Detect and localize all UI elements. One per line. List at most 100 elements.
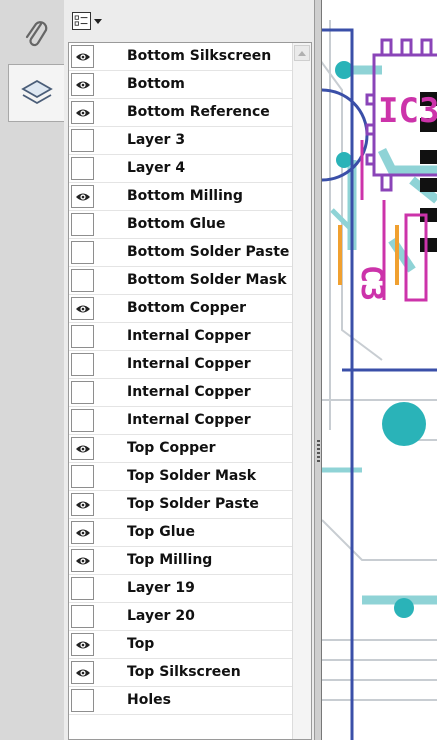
visibility-toggle[interactable] — [71, 213, 94, 236]
layer-row[interactable]: Layer 4 — [69, 155, 293, 183]
visibility-toggle[interactable] — [71, 409, 94, 432]
visibility-toggle[interactable] — [71, 241, 94, 264]
eye-icon — [75, 109, 90, 116]
layer-label: Bottom — [127, 76, 185, 92]
layer-list: Bottom Silkscreen Bottom Bottom Reference L… — [68, 42, 312, 740]
layer-label: Layer 20 — [127, 608, 195, 624]
layer-label: Internal Copper — [127, 328, 251, 344]
visibility-toggle[interactable] — [71, 493, 94, 516]
layer-label: Internal Copper — [127, 384, 251, 400]
visibility-toggle[interactable] — [71, 577, 94, 600]
layer-row[interactable]: Layer 20 — [69, 603, 293, 631]
layer-row[interactable]: Bottom — [69, 71, 293, 99]
splitter-grip[interactable] — [317, 440, 320, 464]
layer-row[interactable]: Holes — [69, 687, 293, 715]
layer-row[interactable]: Bottom Milling — [69, 183, 293, 211]
eye-icon — [75, 669, 90, 676]
visibility-toggle[interactable] — [71, 353, 94, 376]
visibility-toggle[interactable] — [71, 521, 94, 544]
visibility-toggle[interactable] — [71, 45, 94, 68]
layer-row[interactable]: Internal Copper — [69, 407, 293, 435]
layer-label: Top Solder Paste — [127, 496, 259, 512]
layer-label: Layer 19 — [127, 580, 195, 596]
document-canvas[interactable]: IC3 C3 — [322, 0, 437, 740]
layer-label: Holes — [127, 692, 171, 708]
eye-icon — [75, 193, 90, 200]
visibility-toggle[interactable] — [71, 465, 94, 488]
navigation-tab-strip — [0, 0, 65, 740]
layer-label: Top Solder Mask — [127, 468, 257, 484]
eye-icon — [75, 501, 90, 508]
layer-row[interactable]: Internal Copper — [69, 379, 293, 407]
layer-label: Bottom Solder Mask — [127, 272, 287, 288]
layer-label: Bottom Solder Paste — [127, 244, 290, 260]
eye-icon — [75, 529, 90, 536]
visibility-toggle[interactable] — [71, 269, 94, 292]
visibility-toggle[interactable] — [71, 157, 94, 180]
panel-splitter[interactable] — [314, 0, 322, 740]
visibility-toggle[interactable] — [71, 129, 94, 152]
eye-icon — [75, 53, 90, 60]
layer-label: Bottom Reference — [127, 104, 270, 120]
vertical-scrollbar[interactable] — [292, 43, 311, 739]
visibility-toggle[interactable] — [71, 633, 94, 656]
visibility-toggle[interactable] — [71, 185, 94, 208]
layer-label: Bottom Glue — [127, 216, 226, 232]
visibility-toggle[interactable] — [71, 325, 94, 348]
layer-row[interactable]: Bottom Silkscreen — [69, 43, 293, 71]
layer-row[interactable]: Bottom Reference — [69, 99, 293, 127]
layer-row[interactable]: Internal Copper — [69, 323, 293, 351]
layer-label: Layer 3 — [127, 132, 186, 148]
silkscreen-ref-cap: C3 — [354, 265, 389, 301]
layers-icon — [21, 79, 53, 105]
paperclip-icon — [25, 21, 47, 47]
layer-row[interactable]: Top Solder Mask — [69, 463, 293, 491]
options-list-icon — [72, 12, 91, 30]
layer-row[interactable]: Top — [69, 631, 293, 659]
layer-label: Layer 4 — [127, 160, 186, 176]
layer-row[interactable]: Layer 19 — [69, 575, 293, 603]
visibility-toggle[interactable] — [71, 437, 94, 460]
visibility-toggle[interactable] — [71, 661, 94, 684]
layer-row[interactable]: Bottom Copper — [69, 295, 293, 323]
chevron-down-icon — [94, 18, 102, 24]
layers-tab[interactable] — [8, 64, 65, 122]
pcb-drawing: IC3 C3 — [322, 20, 437, 740]
eye-icon — [75, 305, 90, 312]
layer-label: Top Glue — [127, 524, 195, 540]
eye-icon — [75, 641, 90, 648]
layer-label: Top — [127, 636, 155, 652]
layer-row[interactable]: Top Copper — [69, 435, 293, 463]
layer-row[interactable]: Internal Copper — [69, 351, 293, 379]
layer-row[interactable]: Top Silkscreen — [69, 659, 293, 687]
layer-label: Bottom Milling — [127, 188, 243, 204]
layer-row[interactable]: Top Milling — [69, 547, 293, 575]
visibility-toggle[interactable] — [71, 101, 94, 124]
layer-label: Internal Copper — [127, 356, 251, 372]
layer-row[interactable]: Layer 3 — [69, 127, 293, 155]
scroll-up-button[interactable] — [294, 45, 310, 61]
visibility-toggle[interactable] — [71, 297, 94, 320]
layer-row[interactable]: Bottom Solder Mask — [69, 267, 293, 295]
layer-label: Top Copper — [127, 440, 216, 456]
eye-icon — [75, 445, 90, 452]
layer-label: Bottom Copper — [127, 300, 247, 316]
eye-icon — [75, 557, 90, 564]
options-menu-button[interactable] — [72, 11, 102, 31]
eye-icon — [75, 81, 90, 88]
layer-row[interactable]: Bottom Solder Paste — [69, 239, 293, 267]
visibility-toggle[interactable] — [71, 549, 94, 572]
layer-label: Bottom Silkscreen — [127, 48, 272, 64]
arrow-up-icon — [298, 50, 306, 56]
silkscreen-ref-ic: IC3 — [378, 91, 437, 131]
panel-toolbar — [64, 0, 314, 40]
visibility-toggle[interactable] — [71, 381, 94, 404]
visibility-toggle[interactable] — [71, 689, 94, 712]
layer-row[interactable]: Top Solder Paste — [69, 491, 293, 519]
visibility-toggle[interactable] — [71, 605, 94, 628]
visibility-toggle[interactable] — [71, 73, 94, 96]
layer-label: Internal Copper — [127, 412, 251, 428]
layer-row[interactable]: Bottom Glue — [69, 211, 293, 239]
attachments-tab[interactable] — [8, 6, 63, 62]
layer-row[interactable]: Top Glue — [69, 519, 293, 547]
